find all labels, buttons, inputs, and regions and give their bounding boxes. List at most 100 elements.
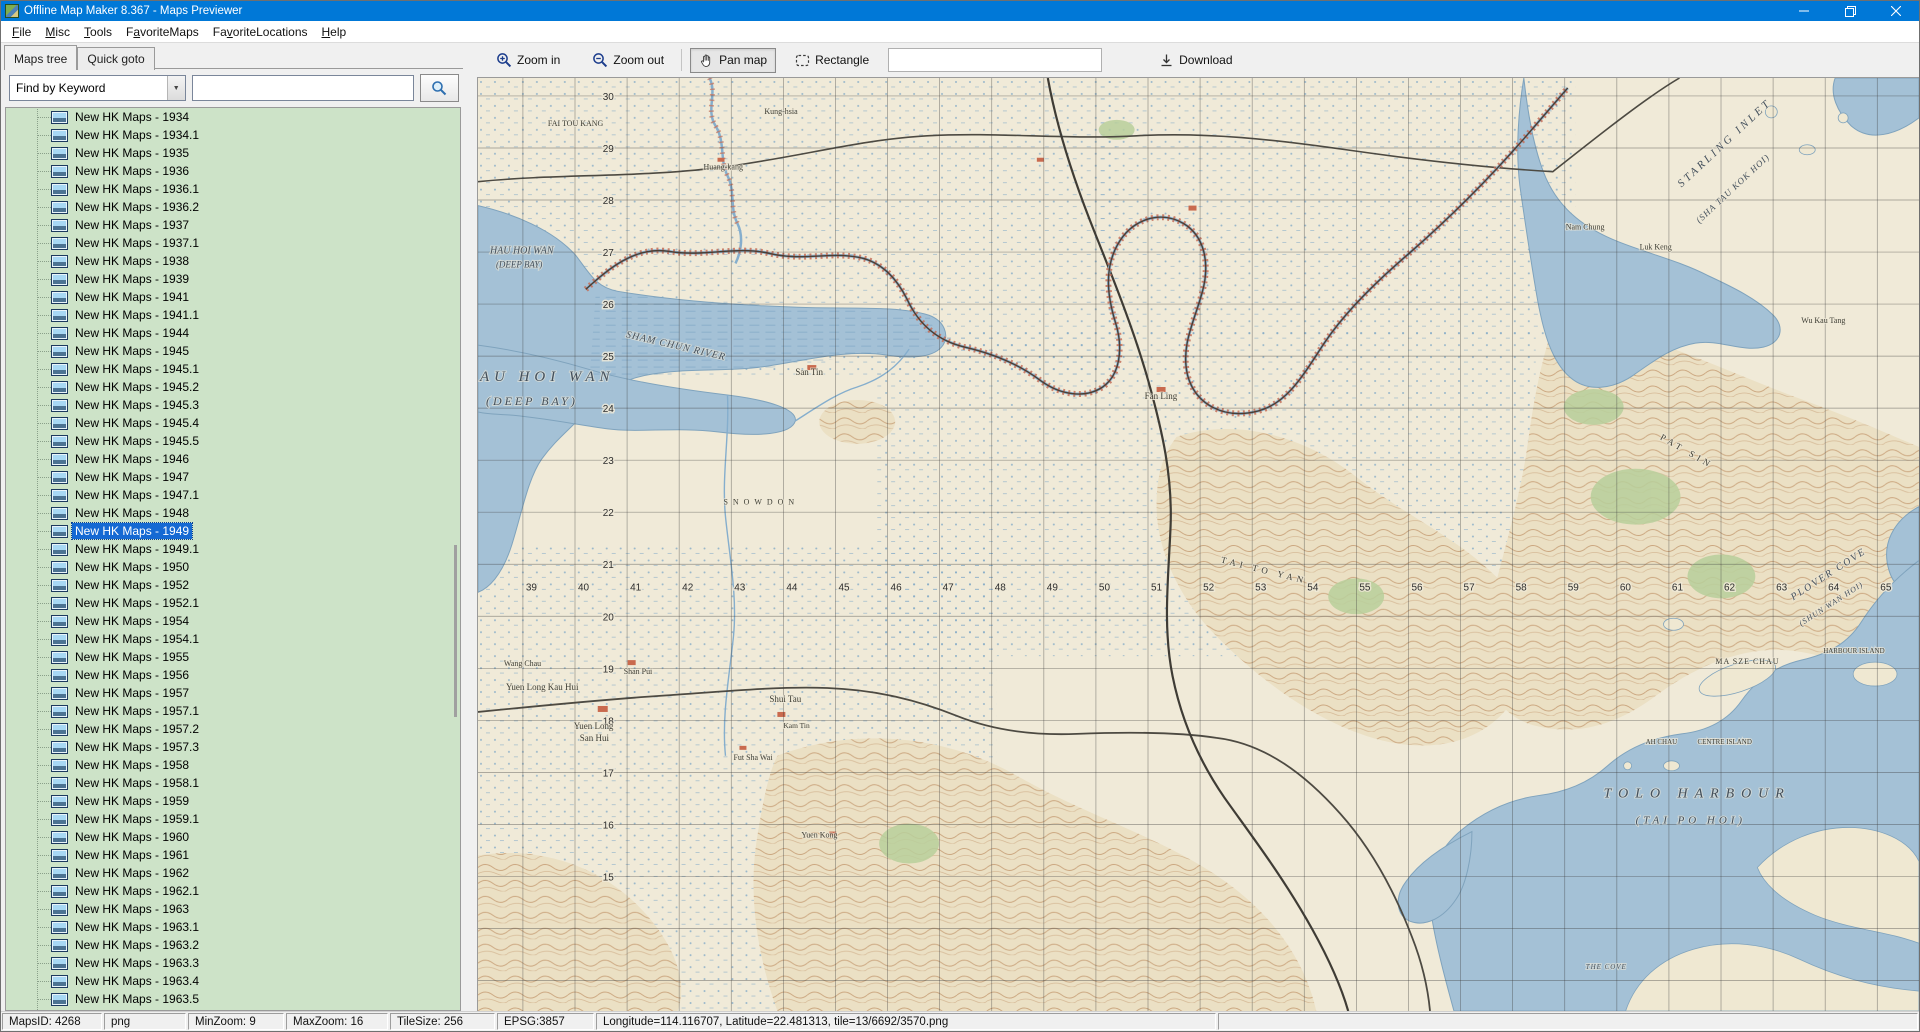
tree-item[interactable]: New HK Maps - 1963.4 <box>6 972 452 990</box>
map-image-icon <box>51 417 68 430</box>
search-input[interactable] <box>192 75 414 101</box>
tree-item[interactable]: New HK Maps - 1952.1 <box>6 594 452 612</box>
rectangle-button[interactable]: Rectangle <box>786 48 878 73</box>
tree-item[interactable]: New HK Maps - 1955 <box>6 648 452 666</box>
map-label: Wang Chau <box>504 659 541 668</box>
tree-item[interactable]: New HK Maps - 1959 <box>6 792 452 810</box>
chevron-down-icon[interactable]: ▼ <box>167 76 185 100</box>
tree-item[interactable]: New HK Maps - 1946 <box>6 450 452 468</box>
tree-item[interactable]: New HK Maps - 1934.1 <box>6 126 452 144</box>
tree-item[interactable]: New HK Maps - 1954.1 <box>6 630 452 648</box>
zoom-in-button[interactable]: Zoom in <box>487 47 569 73</box>
menu-item-help[interactable]: Help <box>315 22 354 42</box>
map-view[interactable]: 3029282726252423222120191817161539404142… <box>477 77 1919 1011</box>
zoom-out-button[interactable]: Zoom out <box>583 47 673 73</box>
sidebar: Maps tree Quick goto Find by Keyword ▼ <box>1 43 463 1011</box>
tree-item[interactable]: New HK Maps - 1962.1 <box>6 882 452 900</box>
tree-item-label: New HK Maps - 1958 <box>72 757 192 773</box>
tree-item-selected[interactable]: New HK Maps - 1949 <box>6 522 452 540</box>
tree-item[interactable]: New HK Maps - 1960 <box>6 828 452 846</box>
tree-item[interactable]: New HK Maps - 1958 <box>6 756 452 774</box>
minimize-button[interactable] <box>1781 1 1827 21</box>
tree-item[interactable]: New HK Maps - 1938 <box>6 252 452 270</box>
tree-item[interactable]: New HK Maps - 1936 <box>6 162 452 180</box>
tree-item[interactable]: New HK Maps - 1959.1 <box>6 810 452 828</box>
map-image-icon <box>51 147 68 160</box>
tree-item[interactable]: New HK Maps - 1945.5 <box>6 432 452 450</box>
tree-item[interactable]: New HK Maps - 1948 <box>6 504 452 522</box>
grid-easting-label: 59 <box>1568 582 1580 593</box>
menu-item-misc[interactable]: Misc <box>38 22 77 42</box>
menu-item-favoritelocations[interactable]: FavoriteLocations <box>206 22 315 42</box>
tab-quick-goto[interactable]: Quick goto <box>77 47 154 70</box>
tree-item[interactable]: New HK Maps - 1939 <box>6 270 452 288</box>
search-button[interactable] <box>420 74 459 102</box>
map-label: FAI TOU KANG <box>548 119 604 128</box>
menu-item-favoritemaps[interactable]: FavoriteMaps <box>119 22 206 42</box>
menu-item-file[interactable]: File <box>5 22 38 42</box>
tree-item[interactable]: New HK Maps - 1947.1 <box>6 486 452 504</box>
tree-item[interactable]: New HK Maps - 1937 <box>6 216 452 234</box>
menu-item-tools[interactable]: Tools <box>77 22 119 42</box>
map-image-icon <box>51 129 68 142</box>
map-image-icon <box>51 903 68 916</box>
tree-item[interactable]: New HK Maps - 1945.1 <box>6 360 452 378</box>
tree-item[interactable]: New HK Maps - 1963.1 <box>6 918 452 936</box>
tree-item[interactable]: New HK Maps - 1952 <box>6 576 452 594</box>
tree-item[interactable]: New HK Maps - 1945 <box>6 342 452 360</box>
tree-item[interactable]: New HK Maps - 1963.2 <box>6 936 452 954</box>
tree-item-label: New HK Maps - 1948 <box>72 505 192 521</box>
tree-item[interactable]: New HK Maps - 1949.1 <box>6 540 452 558</box>
tree-item[interactable]: New HK Maps - 1950 <box>6 558 452 576</box>
find-mode-combo[interactable]: Find by Keyword ▼ <box>9 75 186 101</box>
tree-item[interactable]: New HK Maps - 1963.5 <box>6 990 452 1008</box>
tree-item[interactable]: New HK Maps - 1934 <box>6 108 452 126</box>
tree-item[interactable]: New HK Maps - 1958.1 <box>6 774 452 792</box>
tree-connector <box>37 171 51 172</box>
status-cell <box>1218 1013 1918 1030</box>
tree-item[interactable]: New HK Maps - 1961 <box>6 846 452 864</box>
restore-icon <box>1845 6 1856 17</box>
tree-item[interactable]: New HK Maps - 1945.4 <box>6 414 452 432</box>
map-label: Fut Sha Wai <box>733 753 773 762</box>
download-button[interactable]: Download <box>1150 48 1241 73</box>
pan-map-button[interactable]: Pan map <box>690 48 776 73</box>
tree-item[interactable]: New HK Maps - 1937.1 <box>6 234 452 252</box>
tree-item[interactable]: New HK Maps - 1941.1 <box>6 306 452 324</box>
map-image-icon <box>51 579 68 592</box>
tree-item[interactable]: New HK Maps - 1936.1 <box>6 180 452 198</box>
tree-item[interactable]: New HK Maps - 1957 <box>6 684 452 702</box>
tree-item[interactable]: New HK Maps - 1935 <box>6 144 452 162</box>
tree-item-label: New HK Maps - 1963.5 <box>72 991 202 1007</box>
tree-item[interactable]: New HK Maps - 1945.3 <box>6 396 452 414</box>
maximize-button[interactable] <box>1827 1 1873 21</box>
tree-item[interactable]: New HK Maps - 1963.3 <box>6 954 452 972</box>
tree-item[interactable]: New HK Maps - 1957.1 <box>6 702 452 720</box>
status-cell: Longitude=114.116707, Latitude=22.481313… <box>596 1013 1216 1030</box>
tree-item[interactable]: New HK Maps - 1945.2 <box>6 378 452 396</box>
close-button[interactable] <box>1873 1 1919 21</box>
toolbar-input[interactable] <box>888 48 1102 72</box>
tree-item[interactable]: New HK Maps - 1963 <box>6 900 452 918</box>
map-image-icon <box>51 507 68 520</box>
tree-item[interactable]: New HK Maps - 1956 <box>6 666 452 684</box>
tree-item[interactable]: New HK Maps - 1947 <box>6 468 452 486</box>
panel-splitter[interactable] <box>463 43 477 1011</box>
map-label: AH CHAU <box>1646 738 1678 746</box>
tree-item[interactable]: New HK Maps - 1941 <box>6 288 452 306</box>
tree-item[interactable]: New HK Maps - 1957.3 <box>6 738 452 756</box>
tree-item[interactable]: New HK Maps - 1962 <box>6 864 452 882</box>
tree-scrollbar-thumb[interactable] <box>454 545 457 717</box>
tree-item-label: New HK Maps - 1952.1 <box>72 595 202 611</box>
tree-connector <box>37 729 51 730</box>
tree-item[interactable]: New HK Maps - 1944 <box>6 324 452 342</box>
tab-maps-tree[interactable]: Maps tree <box>4 45 77 70</box>
tree-item[interactable]: New HK Maps - 1936.2 <box>6 198 452 216</box>
tree-item[interactable]: New HK Maps - 1957.2 <box>6 720 452 738</box>
tree-item-label: New HK Maps - 1958.1 <box>72 775 202 791</box>
map-label: MA SZE CHAU <box>1715 657 1779 666</box>
map-label: Shui Tau <box>769 694 801 704</box>
tree-item[interactable]: New HK Maps - 1954 <box>6 612 452 630</box>
status-cell: TileSize: 256 <box>390 1013 495 1030</box>
map-label: Yuen Long <box>574 721 614 731</box>
